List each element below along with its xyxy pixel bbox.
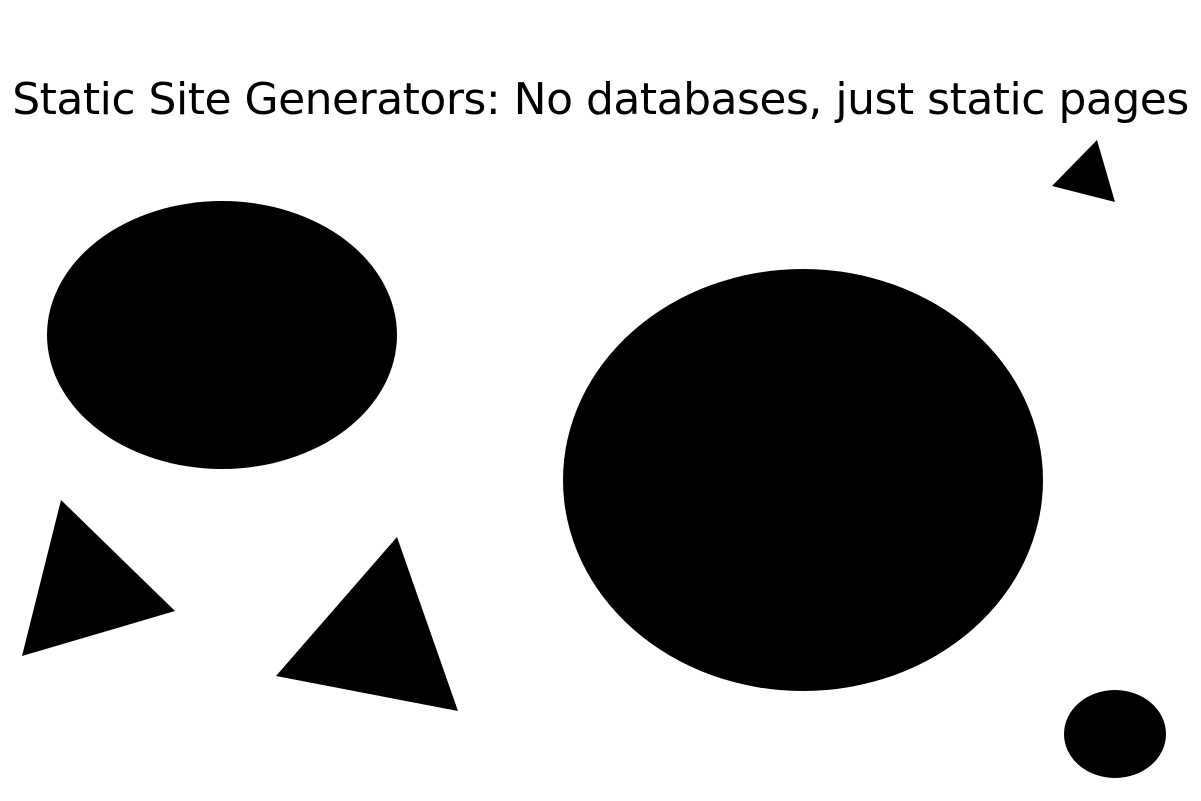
triangle-bottom-left: [22, 500, 175, 656]
shapes-layer: [22, 140, 1166, 778]
ellipse-small-bottom-right: [1064, 690, 1166, 778]
ellipse-large: [563, 269, 1043, 691]
triangle-bottom-middle: [276, 537, 458, 711]
ellipse-left: [47, 201, 397, 469]
canvas: Static Site Generators: No databases, ju…: [0, 0, 1201, 801]
triangle-small-top-right: [1052, 140, 1115, 202]
